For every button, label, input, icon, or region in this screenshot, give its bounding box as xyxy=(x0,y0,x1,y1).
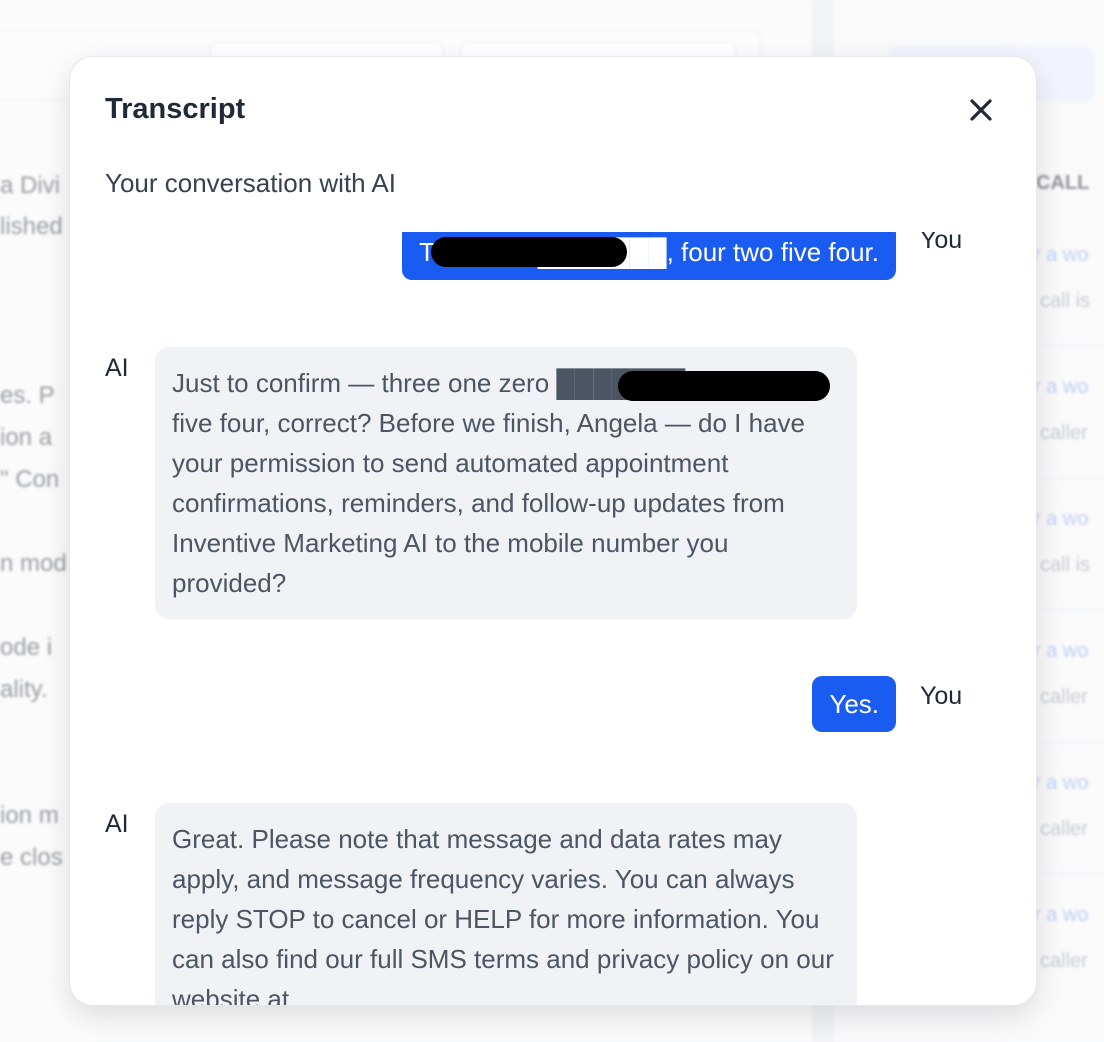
ai-message-bubble: Great. Please note that message and data… xyxy=(155,803,857,1005)
speaker-label: AI xyxy=(105,810,129,838)
close-icon xyxy=(970,99,992,121)
modal-title: Transcript xyxy=(105,93,246,125)
redaction-mark xyxy=(431,237,627,267)
redaction-mark xyxy=(618,371,830,401)
message-text: Great. Please note that message and data… xyxy=(172,824,834,1005)
transcript-list[interactable]: Three ten ███████, four two five four. Y… xyxy=(70,232,1036,1005)
close-button[interactable] xyxy=(964,93,998,127)
user-message-bubble: Yes. xyxy=(812,676,896,732)
speaker-label: You xyxy=(920,232,963,254)
modal-subtitle: Your conversation with AI xyxy=(105,168,396,198)
speaker-label: AI xyxy=(105,354,129,382)
speaker-label: You xyxy=(920,682,963,710)
message-text: Just to confirm — three one zero ███████… xyxy=(172,368,806,598)
message-text: Yes. xyxy=(829,689,879,719)
transcript-modal: Transcript Your conversation with AI Thr… xyxy=(69,56,1037,1006)
